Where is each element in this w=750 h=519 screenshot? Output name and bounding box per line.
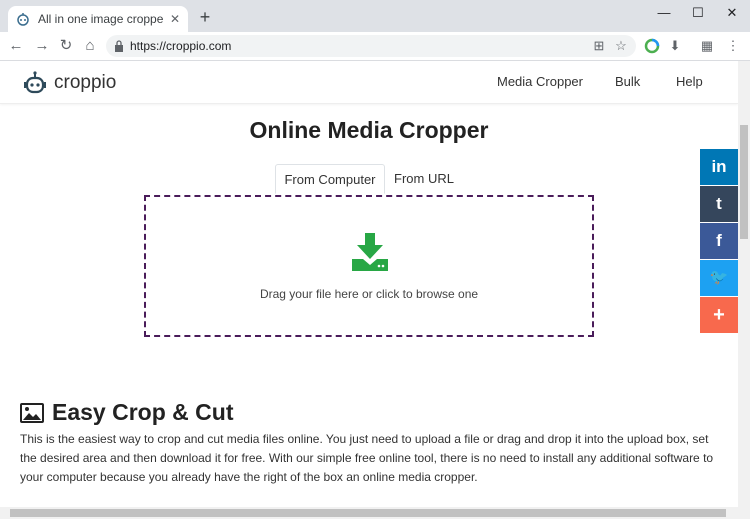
upload-dropzone[interactable]: Drag your file here or click to browse o… [144,195,594,337]
address-bar[interactable]: https://croppio.com [106,35,636,57]
share-facebook-button[interactable]: f [700,223,738,259]
share-twitter-button[interactable]: 🐦 [700,260,738,296]
site-header: croppio Media Cropper Bulk Help [0,61,738,104]
logo-text: croppio [54,72,117,93]
browser-tab-strip: All in one image cropper, mp ✕ + — ☐ ✕ [0,0,750,32]
site-logo[interactable]: croppio [24,71,116,95]
extension-circle-icon[interactable] [642,36,662,56]
minimize-button[interactable]: — [647,2,681,24]
nav-bulk[interactable]: Bulk [615,74,640,89]
tab-from-computer[interactable]: From Computer [275,164,385,194]
new-tab-button[interactable]: + [196,8,214,26]
vertical-scroll-thumb[interactable] [740,125,748,239]
page-title: Online Media Cropper [249,117,489,143]
bookmark-star-icon[interactable]: ☆ [612,36,630,56]
maximize-button[interactable]: ☐ [681,2,715,24]
nav-help[interactable]: Help [676,74,703,89]
feature-title: Easy Crop & Cut [52,399,234,425]
browser-tab[interactable]: All in one image cropper, mp ✕ [8,6,188,32]
vertical-scrollbar[interactable] [738,61,750,507]
share-more-button[interactable]: + [700,297,738,333]
nav-media-cropper[interactable]: Media Cropper [497,74,583,89]
share-tumblr-button[interactable]: t [700,186,738,222]
download-ext-icon[interactable]: ⬇ [666,36,684,56]
home-icon[interactable]: ⌂ [80,36,100,56]
url-text: https://croppio.com [130,39,232,53]
forward-icon[interactable]: → [32,36,52,56]
download-icon [352,233,388,271]
back-icon[interactable]: ← [6,36,26,56]
feature-heading: Easy Crop & Cut [20,399,233,426]
reload-icon[interactable]: ↻ [56,36,76,56]
horizontal-scrollbar[interactable] [0,507,750,519]
translate-icon[interactable]: ⊞ [590,36,608,56]
feature-description: This is the easiest way to crop and cut … [20,432,714,484]
horizontal-scroll-thumb[interactable] [10,509,726,517]
share-linkedin-button[interactable]: in [700,149,738,185]
image-icon [20,402,44,423]
tab-close-icon[interactable]: ✕ [170,12,180,26]
window-close-button[interactable]: ✕ [715,2,749,24]
web-page: croppio Media Cropper Bulk Help Online M… [0,61,738,507]
robot-logo-icon [24,71,46,94]
dropzone-text: Drag your file here or click to browse o… [259,287,479,301]
calendar-ext-icon[interactable]: ▦ [698,36,716,56]
tab-title: All in one image cropper, mp [38,12,164,26]
croppio-favicon-icon [17,13,29,26]
tab-from-url[interactable]: From URL [386,164,462,194]
menu-dots-icon[interactable]: ⋮ [724,36,742,56]
browser-toolbar: ← → ↻ ⌂ https://croppio.com ⊞ ☆ ⬇ ▦ ⋮ [0,32,750,61]
lock-icon [115,40,123,52]
